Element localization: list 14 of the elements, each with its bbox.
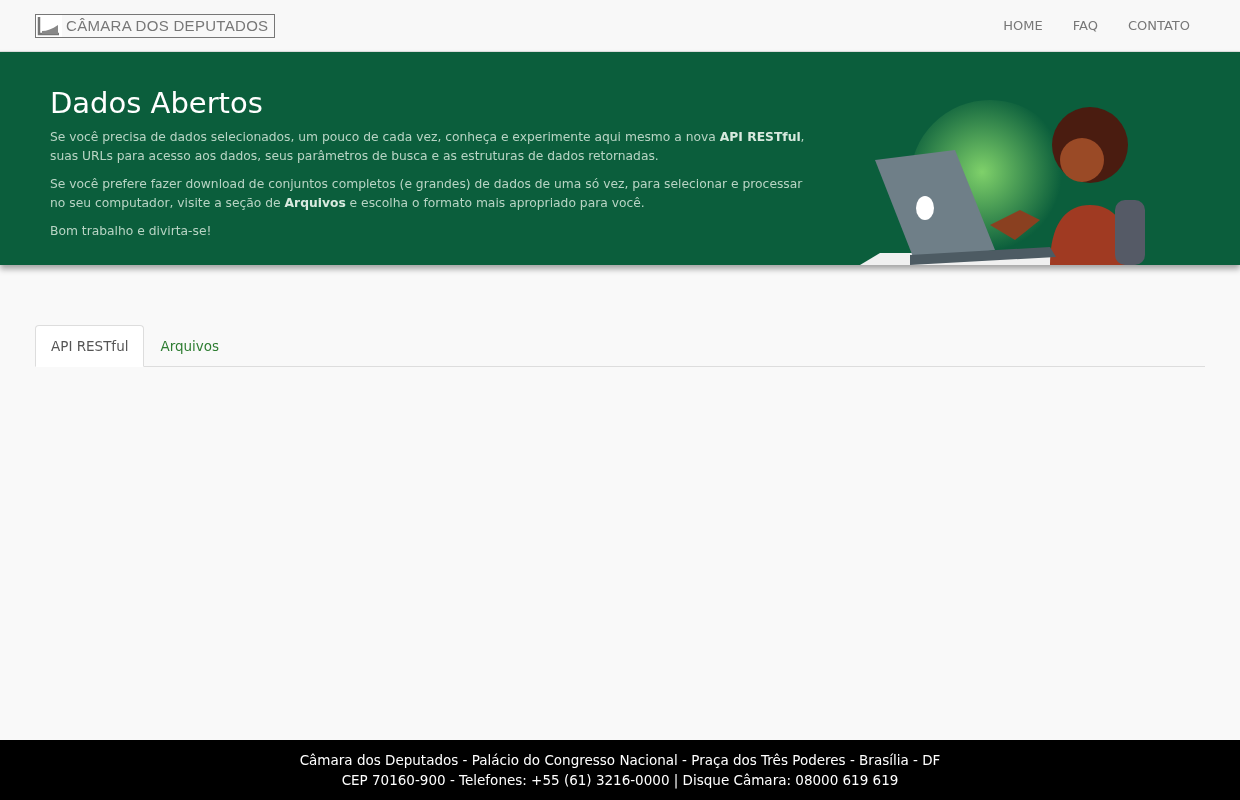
footer-text: Câmara dos Deputados - Palácio do Congresso Nacional - Praça dos Três Poderes - Brasília - DF: [299, 751, 941, 770]
building-icon: [36, 14, 62, 37]
footer-text: CEP 70160-900 - Telefones: +55 (61) 3216-0000 | Disque Câmara: 08000 619 619: [341, 771, 899, 790]
logo-text: CÂMARA DOS DEPUTADOS: [66, 17, 269, 34]
site-logo[interactable]: CÂMARA DOS DEPUTADOS: [35, 13, 276, 38]
tab[interactable]: API RESTful: [35, 325, 145, 367]
nav-link[interactable]: FAQ: [1057, 18, 1113, 33]
hero-title: Dados Abertos: [50, 86, 264, 120]
hero-paragraph: Se você prefere fazer download de conjuntos completos (e grandes) de dados de uma só vez, para selecionar e processar no seu computador, visite a seção de Arquivos e escolha o formato mais apropriado para você.: [50, 176, 804, 212]
hero-paragraph: Se você precisa de dados selecionados, um pouco de cada vez, conheça e experimente aqui mesmo a nova API RESTful, suas URLs para acesso aos dados, seus parâmetros de busca e as estruturas de dados retornadas.: [50, 129, 806, 165]
nav-link[interactable]: HOME: [988, 18, 1058, 33]
nav-link[interactable]: CONTATO: [1112, 18, 1205, 33]
tab[interactable]: Arquivos: [144, 325, 236, 367]
hero-paragraph: Bom trabalho e divirta-se!: [50, 223, 213, 240]
